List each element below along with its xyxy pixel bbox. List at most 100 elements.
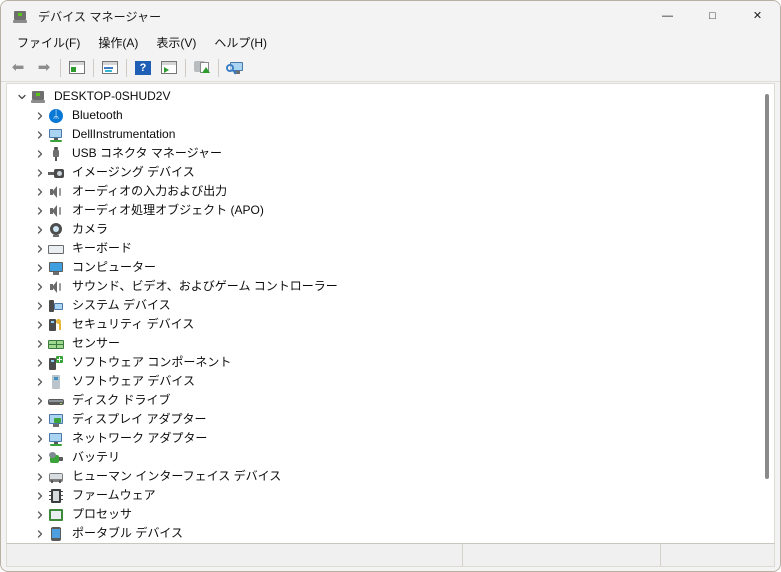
chevron-right-icon[interactable] — [32, 374, 48, 390]
chevron-right-icon[interactable] — [32, 469, 48, 485]
caption-buttons: — □ ✕ — [645, 1, 780, 32]
computer-icon — [30, 89, 46, 105]
chevron-right-icon[interactable] — [32, 488, 48, 504]
toolbar-separator — [60, 58, 61, 77]
chevron-right-icon[interactable] — [32, 279, 48, 295]
tree-item-6[interactable]: カメラ — [7, 220, 774, 239]
tree-item-label: システム デバイス — [72, 298, 171, 312]
tree-item-label: セキュリティ デバイス — [72, 317, 195, 331]
minimize-button[interactable]: — — [645, 1, 690, 32]
network-adapter-icon — [48, 431, 64, 447]
maximize-button[interactable]: □ — [690, 1, 735, 32]
show-hide-console-tree-button[interactable] — [64, 56, 90, 80]
firmware-icon — [48, 488, 64, 504]
maximize-icon: □ — [709, 10, 716, 22]
help-button[interactable]: ? — [130, 56, 156, 80]
tree-item-label: Bluetooth — [72, 108, 123, 122]
chevron-right-icon[interactable] — [32, 146, 48, 162]
tree-item-12[interactable]: センサー — [7, 334, 774, 353]
tree-item-label: プロセッサ — [72, 507, 133, 521]
chevron-right-icon[interactable] — [32, 127, 48, 143]
update-driver-icon — [160, 59, 178, 77]
back-arrow-icon: ⬅ — [11, 59, 25, 76]
tree-item-7[interactable]: キーボード — [7, 239, 774, 258]
chevron-right-icon[interactable] — [32, 184, 48, 200]
close-icon: ✕ — [752, 10, 763, 22]
disk-drive-icon — [48, 393, 64, 409]
scan-for-hardware-changes-button[interactable] — [222, 56, 248, 80]
chevron-right-icon[interactable] — [32, 355, 48, 371]
title-bar: デバイス マネージャー — □ ✕ — [1, 1, 780, 32]
status-pane-3 — [661, 544, 774, 566]
toolbar: ⬅ ➡ ? — [1, 54, 780, 82]
chevron-right-icon[interactable] — [32, 450, 48, 466]
device-manager-window: デバイス マネージャー — □ ✕ ファイル(F) 操作(A) 表示(V) ヘル… — [0, 0, 781, 572]
menu-action[interactable]: 操作(A) — [89, 32, 147, 54]
tree-item-label: オーディオの入力および出力 — [72, 184, 228, 198]
tree-item-20[interactable]: ファームウェア — [7, 486, 774, 505]
tree-item-16[interactable]: ディスプレイ アダプター — [7, 410, 774, 429]
tree-item-label: ネットワーク アダプター — [72, 431, 208, 445]
tree-item-18[interactable]: バッテリ — [7, 448, 774, 467]
chevron-right-icon[interactable] — [32, 165, 48, 181]
chevron-right-icon[interactable] — [32, 241, 48, 257]
toolbar-separator — [126, 58, 127, 77]
tree-item-15[interactable]: ディスク ドライブ — [7, 391, 774, 410]
back-button[interactable]: ⬅ — [5, 56, 31, 80]
tree-item-5[interactable]: オーディオ処理オブジェクト (APO) — [7, 201, 774, 220]
tree-item-label: センサー — [72, 336, 121, 350]
chevron-right-icon[interactable] — [32, 526, 48, 542]
tree-item-0[interactable]: ᛦ Bluetooth — [7, 106, 774, 125]
chevron-right-icon[interactable] — [32, 412, 48, 428]
toolbar-separator — [185, 58, 186, 77]
software-device-icon — [48, 374, 64, 390]
tree-item-11[interactable]: セキュリティ デバイス — [7, 315, 774, 334]
tree-root-node[interactable]: DESKTOP-0SHUD2V — [7, 87, 774, 106]
tree-item-1[interactable]: DellInstrumentation — [7, 125, 774, 144]
tree-item-label: ヒューマン インターフェイス デバイス — [72, 469, 282, 483]
tree-item-13[interactable]: ソフトウェア コンポーネント — [7, 353, 774, 372]
forward-button[interactable]: ➡ — [31, 56, 57, 80]
tree-item-22[interactable]: ポータブル デバイス — [7, 524, 774, 543]
camera-icon — [48, 222, 64, 238]
tree-item-14[interactable]: ソフトウェア デバイス — [7, 372, 774, 391]
chevron-down-icon[interactable] — [14, 89, 30, 105]
chevron-right-icon[interactable] — [32, 431, 48, 447]
scrollbar-thumb[interactable] — [765, 94, 769, 479]
uninstall-device-button[interactable] — [189, 56, 215, 80]
chevron-right-icon[interactable] — [32, 317, 48, 333]
menu-view[interactable]: 表示(V) — [147, 32, 205, 54]
close-button[interactable]: ✕ — [735, 1, 780, 32]
tree-item-17[interactable]: ネットワーク アダプター — [7, 429, 774, 448]
chevron-right-icon[interactable] — [32, 108, 48, 124]
uninstall-device-icon — [193, 59, 211, 77]
tree-item-8[interactable]: コンピューター — [7, 258, 774, 277]
chevron-right-icon[interactable] — [32, 507, 48, 523]
chevron-right-icon[interactable] — [32, 298, 48, 314]
chevron-right-icon[interactable] — [32, 260, 48, 276]
status-pane-1 — [7, 544, 463, 566]
tree-item-4[interactable]: オーディオの入力および出力 — [7, 182, 774, 201]
chevron-right-icon[interactable] — [32, 222, 48, 238]
menu-help[interactable]: ヘルプ(H) — [205, 32, 276, 54]
update-driver-button[interactable] — [156, 56, 182, 80]
tree-item-2[interactable]: USB コネクタ マネージャー — [7, 144, 774, 163]
tree-item-21[interactable]: プロセッサ — [7, 505, 774, 524]
tree-item-label: ファームウェア — [72, 488, 156, 502]
processor-icon — [48, 507, 64, 523]
chevron-right-icon[interactable] — [32, 393, 48, 409]
menu-file[interactable]: ファイル(F) — [8, 32, 89, 54]
monitor-network-icon — [48, 127, 64, 143]
vertical-scrollbar[interactable] — [762, 87, 771, 540]
tree-item-label: コンピューター — [72, 260, 157, 274]
properties-button[interactable] — [97, 56, 123, 80]
chevron-right-icon[interactable] — [32, 336, 48, 352]
tree-item-10[interactable]: システム デバイス — [7, 296, 774, 315]
speaker-icon — [48, 184, 64, 200]
tree-item-9[interactable]: サウンド、ビデオ、およびゲーム コントローラー — [7, 277, 774, 296]
speaker-icon — [48, 203, 64, 219]
tree-item-19[interactable]: ヒューマン インターフェイス デバイス — [7, 467, 774, 486]
tree-item-3[interactable]: イメージング デバイス — [7, 163, 774, 182]
chevron-right-icon[interactable] — [32, 203, 48, 219]
device-tree[interactable]: DESKTOP-0SHUD2V ᛦ Bluetooth DellInstrument… — [7, 84, 774, 543]
